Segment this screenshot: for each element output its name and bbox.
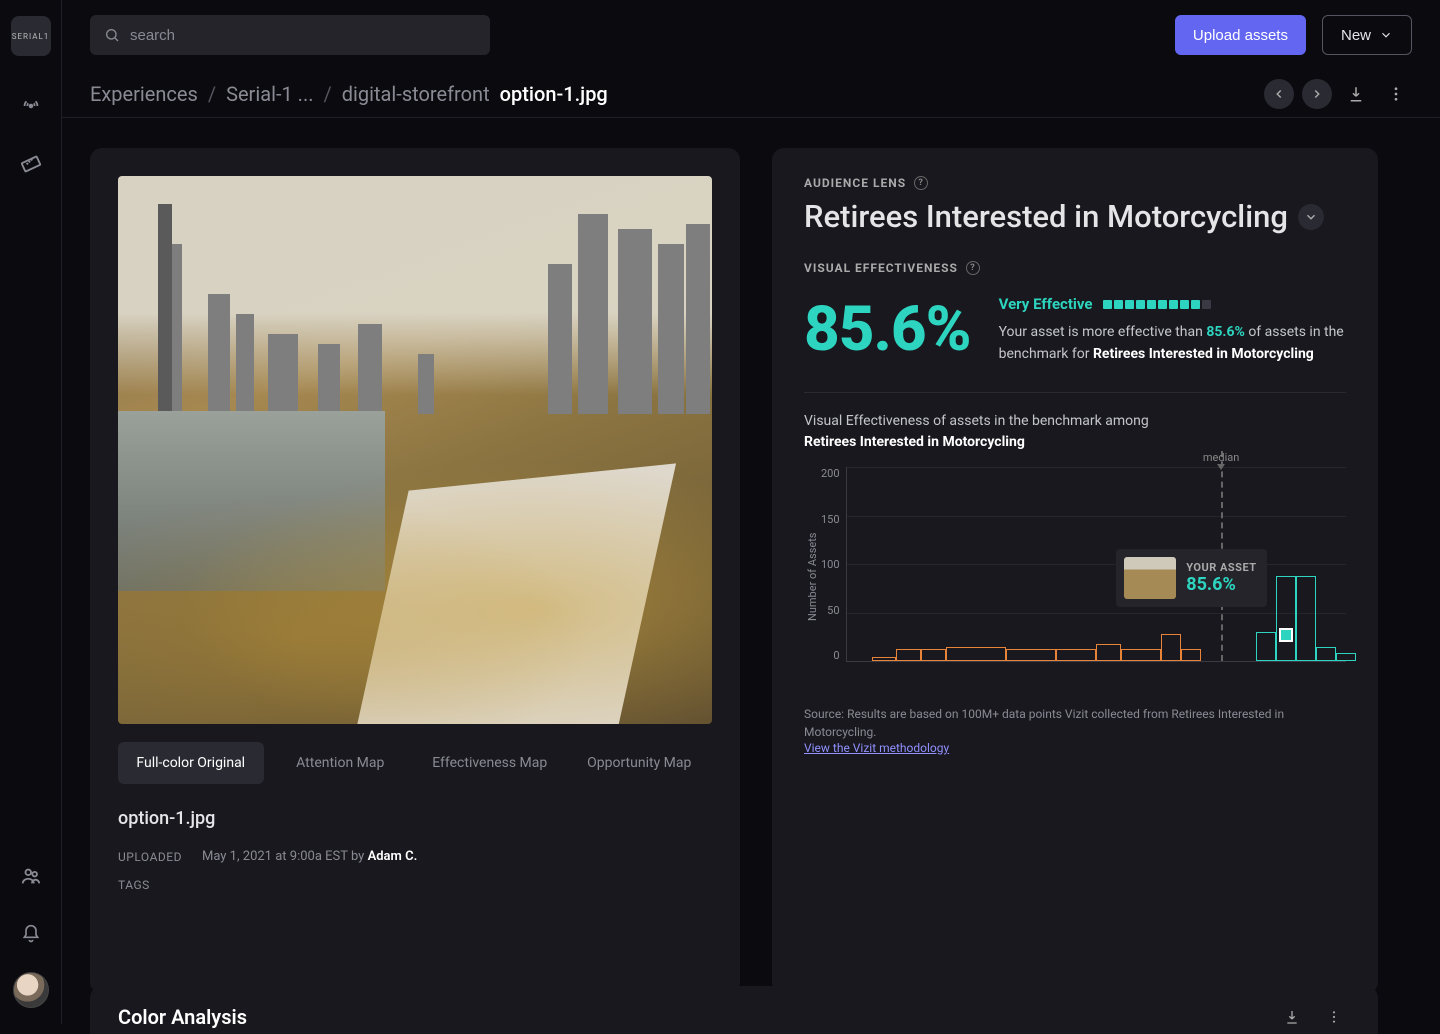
team-icon[interactable] <box>11 856 51 896</box>
content: Full-color Original Attention Map Effect… <box>62 118 1440 1024</box>
uploaded-value: May 1, 2021 at 9:00a EST by Adam C. <box>202 849 417 864</box>
download-button[interactable] <box>1276 1001 1308 1033</box>
audience-lens-label: AUDIENCE LENS ? <box>804 176 1346 190</box>
bell-icon[interactable] <box>11 914 51 954</box>
avatar[interactable] <box>13 972 49 1008</box>
crumb-current: option-1.jpg <box>500 82 608 106</box>
crumb-sep: / <box>208 82 216 106</box>
ve-verdict: Very Effective <box>999 293 1346 316</box>
ve-label: VISUAL EFFECTIVENESS ? <box>804 261 1346 275</box>
asset-meta: UPLOADED May 1, 2021 at 9:00a EST by Ada… <box>118 849 712 864</box>
ve-right: Very Effective Your asset is more effect… <box>999 293 1346 366</box>
download-icon <box>1284 1009 1300 1025</box>
more-button[interactable] <box>1318 1001 1350 1033</box>
broadcast-icon[interactable] <box>11 86 51 126</box>
download-button[interactable] <box>1340 78 1372 110</box>
crumb-store[interactable]: digital-storefront <box>342 82 490 106</box>
crumb-experiences[interactable]: Experiences <box>90 82 198 106</box>
help-icon[interactable]: ? <box>966 261 980 275</box>
new-button-label: New <box>1341 27 1371 44</box>
color-analysis-card: Color Analysis <box>90 986 1378 1034</box>
upload-assets-button[interactable]: Upload assets <box>1175 15 1306 55</box>
header-actions <box>1264 78 1412 110</box>
left-rail: SERIAL1 <box>0 0 62 1024</box>
download-icon <box>1347 85 1365 103</box>
bottom-title: Color Analysis <box>118 1005 247 1029</box>
methodology-link[interactable]: View the Vizit methodology <box>804 741 1346 755</box>
chart-title: Visual Effectiveness of assets in the be… <box>804 411 1346 453</box>
new-button[interactable]: New <box>1322 15 1412 55</box>
crumb-serial1[interactable]: Serial-1 ... <box>226 82 313 106</box>
crumb-sep: / <box>324 82 332 106</box>
y-ticks: 200 150 100 50 0 <box>821 467 846 662</box>
more-button[interactable] <box>1380 78 1412 110</box>
tab-opportunity-map[interactable]: Opportunity Map <box>567 742 713 784</box>
ve-score: 85.6% <box>804 293 971 366</box>
asset-card: Full-color Original Attention Map Effect… <box>90 148 740 994</box>
uploaded-label: UPLOADED <box>118 850 182 864</box>
audience-dropdown[interactable] <box>1298 204 1324 230</box>
chevron-right-icon <box>1310 87 1324 101</box>
chevron-down-icon <box>1379 28 1393 42</box>
asset-preview-image[interactable] <box>118 176 712 724</box>
tab-effectiveness-map[interactable]: Effectiveness Map <box>417 742 563 784</box>
next-button[interactable] <box>1302 79 1332 109</box>
tab-full-color[interactable]: Full-color Original <box>118 742 264 784</box>
view-tabs: Full-color Original Attention Map Effect… <box>118 742 712 784</box>
topbar: Upload assets New <box>62 0 1440 70</box>
tags-label: TAGS <box>118 878 712 892</box>
ruler-icon[interactable] <box>11 144 51 184</box>
more-vertical-icon <box>1326 1009 1342 1025</box>
ve-description: Your asset is more effective than 85.6% … <box>999 322 1346 365</box>
uploader-name: Adam C. <box>368 849 418 864</box>
chevron-down-icon <box>1304 210 1318 224</box>
brand-logo[interactable]: SERIAL1 <box>11 16 51 56</box>
help-icon[interactable]: ? <box>914 176 928 190</box>
audience-title: Retirees Interested in Motorcycling <box>804 198 1346 235</box>
search-icon <box>104 27 120 43</box>
main: Upload assets New Experiences / Serial-1… <box>62 0 1440 1024</box>
chevron-left-icon <box>1272 87 1286 101</box>
asset-filename: option-1.jpg <box>118 808 712 829</box>
header-row: Experiences / Serial-1 ... / digital-sto… <box>62 70 1440 118</box>
search-input-wrap[interactable] <box>90 15 490 55</box>
y-axis-label: Number of Assets <box>804 467 821 687</box>
ve-row: 85.6% Very Effective Your asset is more … <box>804 293 1346 393</box>
more-vertical-icon <box>1387 85 1405 103</box>
meter-icon <box>1103 300 1211 309</box>
chart-area: medianYOUR ASSET85.6% <box>846 467 1346 662</box>
chart: Number of Assets 200 150 100 50 0 median… <box>804 467 1346 687</box>
search-input[interactable] <box>130 27 476 44</box>
prev-button[interactable] <box>1264 79 1294 109</box>
analysis-card: AUDIENCE LENS ? Retirees Interested in M… <box>772 148 1378 994</box>
chart-source: Source: Results are based on 100M+ data … <box>804 705 1346 741</box>
tab-attention-map[interactable]: Attention Map <box>268 742 414 784</box>
breadcrumb: Experiences / Serial-1 ... / digital-sto… <box>90 82 608 106</box>
